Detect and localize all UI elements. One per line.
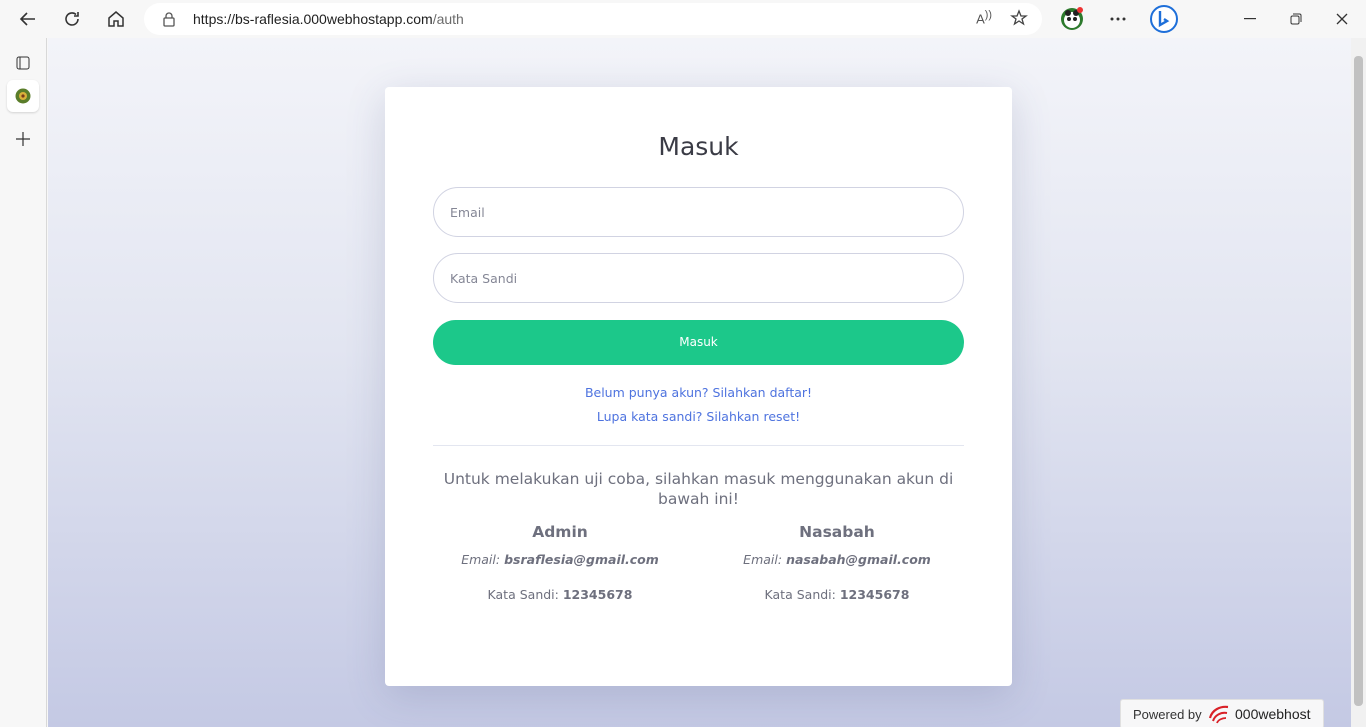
admin-account-block: Admin Email: bsraflesia@gmail.com Kata S… — [410, 523, 710, 602]
refresh-icon[interactable] — [56, 3, 88, 35]
browser-toolbar: https://bs-raflesia.000webhostapp.com/au… — [0, 0, 1366, 38]
bing-copilot-icon[interactable] — [1148, 3, 1180, 35]
login-button[interactable]: Masuk — [433, 320, 964, 365]
email-value: bsraflesia@gmail.com — [504, 552, 659, 567]
favorites-star-icon[interactable] — [1010, 9, 1030, 34]
account-role: Admin — [532, 523, 588, 541]
url-host: https://bs-raflesia.000webhostapp.com — [193, 11, 433, 27]
back-icon[interactable] — [12, 3, 44, 35]
scrollbar[interactable] — [1351, 38, 1366, 727]
nasabah-account-block: Nasabah Email: nasabah@gmail.com Kata Sa… — [687, 523, 987, 602]
tab-bs-raflesia[interactable] — [7, 80, 39, 112]
account-email: Email: nasabah@gmail.com — [687, 552, 987, 567]
tab-actions-icon[interactable] — [7, 47, 39, 79]
account-role: Nasabah — [799, 523, 875, 541]
more-icon[interactable] — [1102, 3, 1134, 35]
demo-info-text: Untuk melakukan uji coba, silahkan masuk… — [443, 470, 954, 508]
password-value: 12345678 — [839, 587, 910, 602]
powered-by-badge[interactable]: Powered by 000webhost — [1120, 699, 1324, 727]
restore-icon[interactable] — [1280, 3, 1312, 35]
site-favicon-icon — [15, 88, 31, 104]
account-email: Email: bsraflesia@gmail.com — [410, 552, 710, 567]
extension-panda-icon[interactable] — [1056, 3, 1088, 35]
login-card: Masuk Masuk Belum punya akun? Silahkan d… — [385, 87, 1012, 686]
address-bar[interactable]: https://bs-raflesia.000webhostapp.com/au… — [144, 3, 1042, 35]
page-title: Masuk — [658, 132, 739, 161]
read-aloud-label: A — [976, 11, 985, 27]
minimize-icon[interactable] — [1234, 3, 1266, 35]
read-aloud-icon[interactable]: A)) — [976, 9, 992, 26]
close-icon[interactable] — [1326, 3, 1358, 35]
000webhost-logo-icon — [1207, 704, 1233, 727]
password-field[interactable] — [433, 253, 964, 303]
scrollbar-thumb[interactable] — [1354, 56, 1363, 706]
divider — [433, 445, 964, 446]
url-text: https://bs-raflesia.000webhostapp.com/au… — [193, 11, 464, 27]
password-label: Kata Sandi: — [487, 587, 559, 602]
account-password: Kata Sandi: 12345678 — [687, 587, 987, 602]
brand-name: 000webhost — [1235, 706, 1311, 722]
page-viewport: Masuk Masuk Belum punya akun? Silahkan d… — [48, 38, 1351, 727]
email-field[interactable] — [433, 187, 964, 237]
password-label: Kata Sandi: — [764, 587, 836, 602]
url-path: /auth — [432, 11, 464, 27]
powered-by-text: Powered by — [1133, 707, 1202, 722]
password-value: 12345678 — [562, 587, 633, 602]
lock-icon — [162, 11, 176, 32]
home-icon[interactable] — [100, 3, 132, 35]
account-password: Kata Sandi: 12345678 — [410, 587, 710, 602]
email-label: Email: — [461, 552, 501, 567]
email-value: nasabah@gmail.com — [786, 552, 931, 567]
new-tab-icon[interactable] — [7, 123, 39, 155]
reset-password-link[interactable]: Lupa kata sandi? Silahkan reset! — [385, 409, 1012, 424]
register-link[interactable]: Belum punya akun? Silahkan daftar! — [385, 385, 1012, 400]
email-label: Email: — [743, 552, 783, 567]
vertical-tabs-panel — [0, 38, 47, 727]
